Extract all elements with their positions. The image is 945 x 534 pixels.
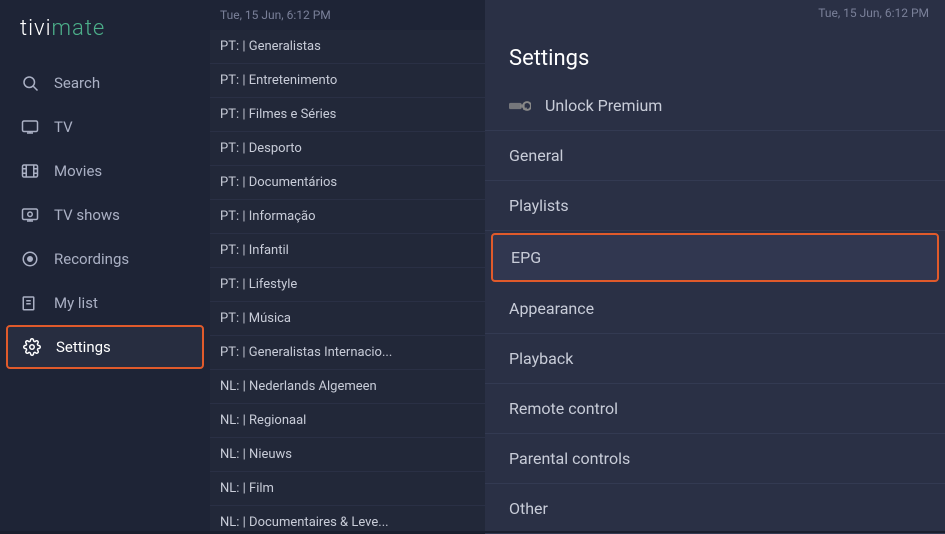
- sidebar-item-search-label: Search: [54, 74, 100, 92]
- datetime-label: Tue, 15 Jun, 6:12 PM: [818, 6, 929, 20]
- channel-item[interactable]: PT: | Informação: [210, 200, 485, 234]
- channel-list-date: Tue, 15 Jun, 6:12 PM: [220, 8, 331, 22]
- settings-item-other-label: Other: [509, 499, 548, 518]
- recordings-icon: [20, 249, 40, 269]
- sidebar-item-tvshows[interactable]: TV shows: [0, 193, 210, 237]
- settings-item-remote-control[interactable]: Remote control: [485, 384, 945, 434]
- channel-item[interactable]: NL: | Film: [210, 472, 485, 506]
- channel-item[interactable]: PT: | Lifestyle: [210, 268, 485, 302]
- sidebar-item-recordings[interactable]: Recordings: [0, 237, 210, 281]
- sidebar-item-settings[interactable]: Settings: [6, 325, 204, 369]
- settings-item-epg-label: EPG: [511, 248, 541, 267]
- channel-item[interactable]: PT: | Desporto: [210, 132, 485, 166]
- sidebar-item-tv-label: TV: [54, 118, 73, 136]
- settings-topbar: Tue, 15 Jun, 6:12 PM: [485, 0, 945, 28]
- channel-list-header: Tue, 15 Jun, 6:12 PM: [210, 0, 485, 30]
- channel-item[interactable]: PT: | Generalistas: [210, 30, 485, 64]
- settings-item-playlists-label: Playlists: [509, 196, 569, 215]
- channel-item[interactable]: PT: | Entretenimento: [210, 64, 485, 98]
- settings-item-unlock-premium[interactable]: Unlock Premium: [485, 81, 945, 131]
- channel-item[interactable]: PT: | Música: [210, 302, 485, 336]
- sidebar-item-movies-label: Movies: [54, 162, 102, 180]
- sidebar-item-tv[interactable]: TV: [0, 105, 210, 149]
- movies-icon: [20, 161, 40, 181]
- settings-item-parental-controls-label: Parental controls: [509, 449, 630, 468]
- sidebar-item-settings-label: Settings: [56, 338, 111, 356]
- settings-item-parental-controls[interactable]: Parental controls: [485, 434, 945, 484]
- settings-item-appearance[interactable]: Appearance: [485, 284, 945, 334]
- settings-icon: [22, 337, 42, 357]
- sidebar-item-tvshows-label: TV shows: [54, 206, 120, 224]
- settings-item-playback[interactable]: Playback: [485, 334, 945, 384]
- sidebar-item-recordings-label: Recordings: [54, 250, 129, 268]
- settings-item-general[interactable]: General: [485, 131, 945, 181]
- channel-item[interactable]: NL: | Documentaires & Leve...: [210, 506, 485, 531]
- channel-item[interactable]: PT: | Filmes e Séries: [210, 98, 485, 132]
- channel-item[interactable]: NL: | Nederlands Algemeen: [210, 370, 485, 404]
- sidebar-item-search[interactable]: Search: [0, 61, 210, 105]
- channel-item[interactable]: PT: | Generalistas Internacio...: [210, 336, 485, 370]
- settings-item-other[interactable]: Other: [485, 484, 945, 534]
- settings-item-general-label: General: [509, 146, 563, 165]
- settings-item-unlock-premium-label: Unlock Premium: [545, 96, 662, 115]
- tvshows-icon: [20, 205, 40, 225]
- logo-mate: mate: [52, 16, 106, 41]
- channel-item[interactable]: PT: | Infantil: [210, 234, 485, 268]
- settings-title: Settings: [485, 28, 945, 81]
- channel-item[interactable]: PT: | Documentários: [210, 166, 485, 200]
- settings-item-playback-label: Playback: [509, 349, 573, 368]
- channel-item[interactable]: NL: | Nieuws: [210, 438, 485, 472]
- settings-item-appearance-label: Appearance: [509, 299, 594, 318]
- sidebar-item-mylist-label: My list: [54, 294, 98, 312]
- settings-item-remote-control-label: Remote control: [509, 399, 618, 418]
- key-icon: [509, 98, 531, 114]
- sidebar-item-movies[interactable]: Movies: [0, 149, 210, 193]
- sidebar-item-mylist[interactable]: My list: [0, 281, 210, 325]
- channel-list: Tue, 15 Jun, 6:12 PM PT: | Generalistas …: [210, 0, 485, 531]
- tv-icon: [20, 117, 40, 137]
- sidebar: tivimate Search TV Movies: [0, 0, 210, 531]
- settings-item-epg[interactable]: EPG: [491, 233, 939, 282]
- settings-item-playlists[interactable]: Playlists: [485, 181, 945, 231]
- settings-panel: Tue, 15 Jun, 6:12 PM Settings Unlock Pre…: [485, 0, 945, 531]
- app-logo: tivimate: [0, 16, 210, 61]
- logo-tivi: tivi: [20, 16, 52, 41]
- channel-item[interactable]: NL: | Regionaal: [210, 404, 485, 438]
- settings-list: Unlock Premium General Playlists EPG App…: [485, 81, 945, 534]
- mylist-icon: [20, 293, 40, 313]
- search-icon: [20, 73, 40, 93]
